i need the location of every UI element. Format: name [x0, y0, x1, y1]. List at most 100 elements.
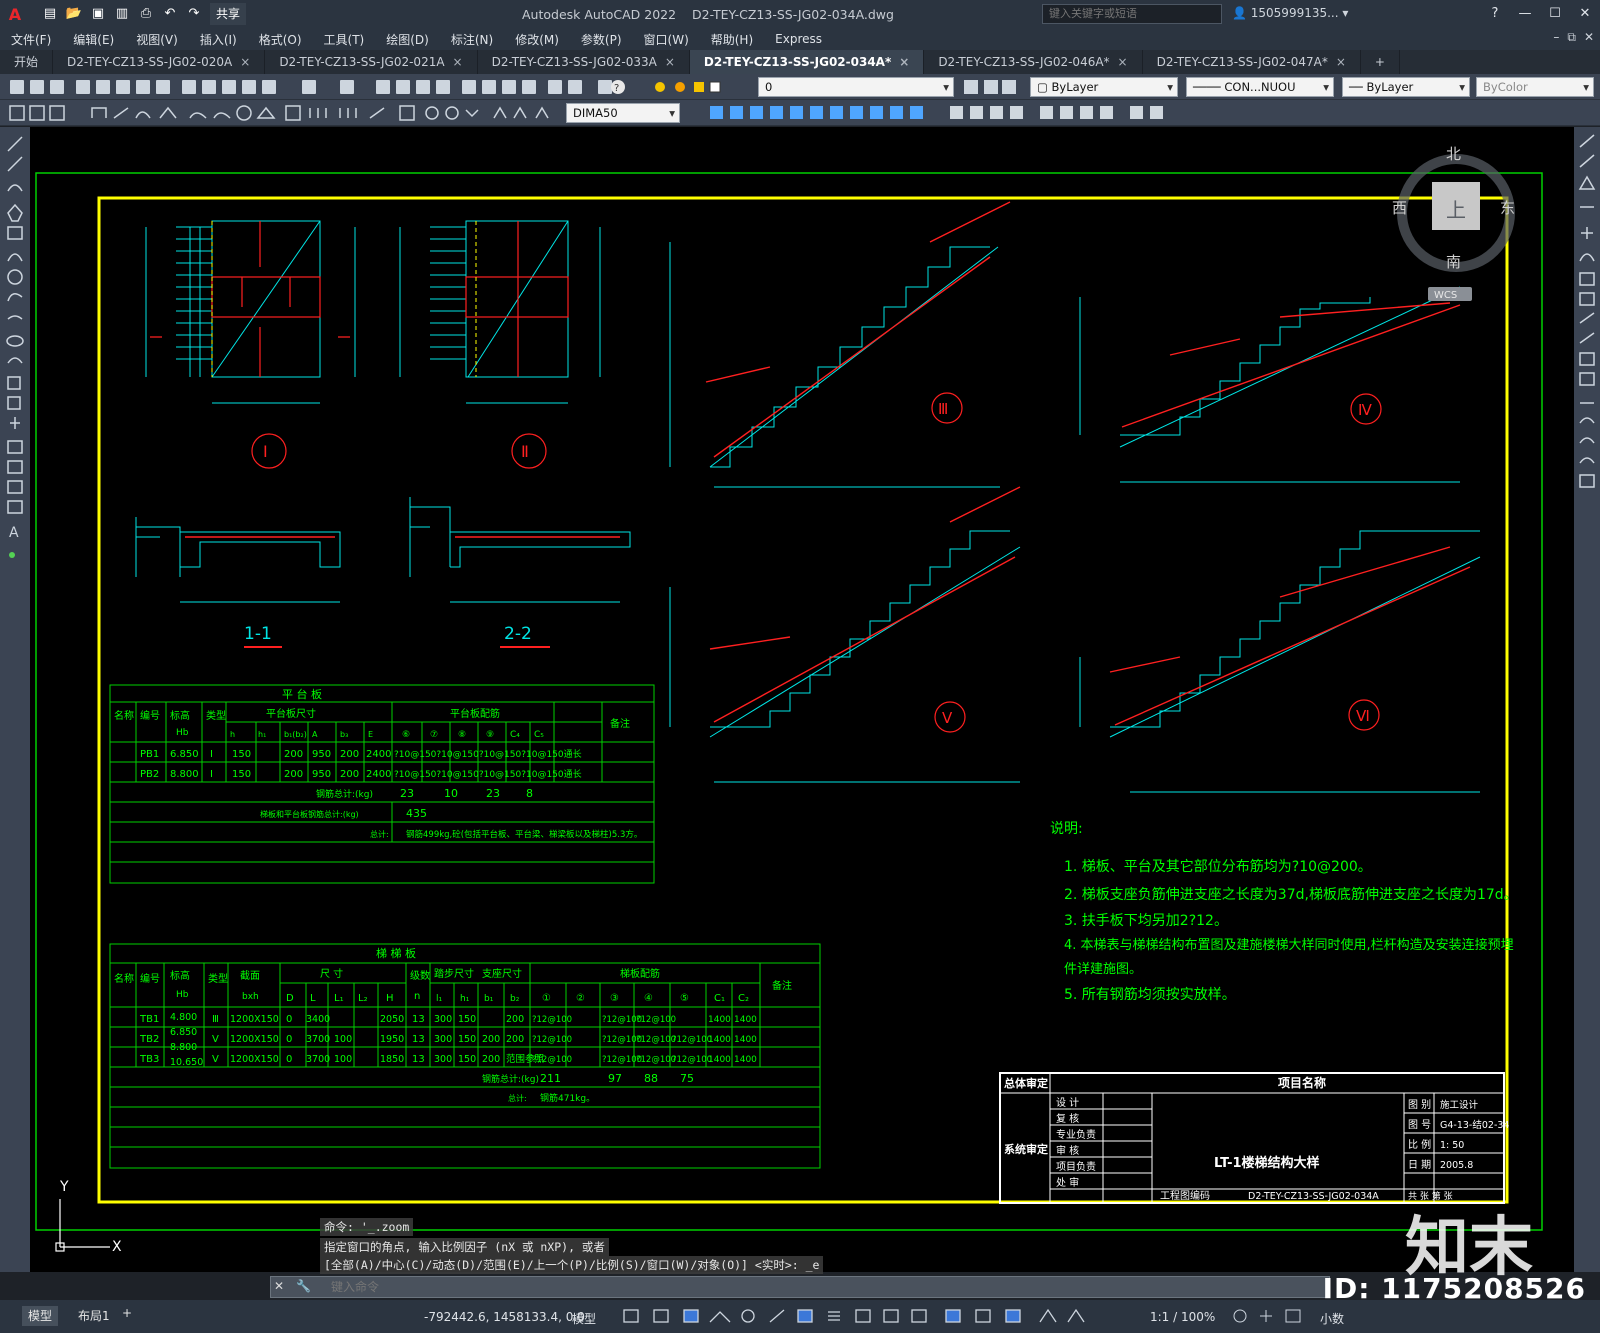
file-tab-2[interactable]: D2-TEY-CZ13-SS-JG02-021A ×: [265, 50, 478, 74]
new-icon[interactable]: ▤: [40, 4, 60, 24]
dimstyle-dropdown[interactable]: DIMA50 ▾: [566, 103, 680, 123]
close-tab-icon[interactable]: ×: [453, 55, 463, 69]
toolbar-icons[interactable]: ?: [0, 74, 640, 100]
close-tab-icon[interactable]: ×: [240, 55, 250, 69]
file-tab-3[interactable]: D2-TEY-CZ13-SS-JG02-033A ×: [478, 50, 690, 74]
close-tab-icon[interactable]: ×: [899, 55, 909, 69]
file-tab-label: D2-TEY-CZ13-SS-JG02-021A: [279, 55, 445, 69]
st-row-c1: 1400: [708, 1055, 731, 1065]
new-tab-button[interactable]: +: [1361, 50, 1400, 74]
close-button[interactable]: ✕: [1570, 0, 1600, 28]
pt-row-v4: 2400: [366, 749, 391, 760]
viewcube[interactable]: 上 北 南 西 东 WCS: [1392, 145, 1515, 301]
menu-item-9[interactable]: 参数(P): [570, 31, 633, 48]
status-tool-icons[interactable]: [620, 1304, 1180, 1330]
file-tab-4[interactable]: D2-TEY-CZ13-SS-JG02-034A* ×: [689, 50, 925, 74]
st-row-b1: 200: [482, 1054, 500, 1065]
share-button[interactable]: 共享: [210, 3, 247, 25]
file-tab-0[interactable]: 开始: [0, 50, 54, 74]
menu-item-7[interactable]: 标注(N): [440, 31, 504, 48]
close-icon[interactable]: ✕: [274, 1279, 284, 1293]
viewcube-wcs[interactable]: WCS: [1434, 290, 1457, 301]
file-tab-label: D2-TEY-CZ13-SS-JG02-047A*: [1156, 55, 1328, 69]
layer-state-icons[interactable]: [650, 74, 770, 100]
st-row-h: 1950: [380, 1034, 404, 1045]
st-rebarcol: C₂: [738, 993, 749, 1004]
draw-tool-icons[interactable]: A: [0, 127, 30, 567]
pt-dimcol: h₁: [258, 730, 266, 739]
menu-item-6[interactable]: 绘图(D): [375, 31, 440, 48]
user-account[interactable]: 👤 1505999135... ▾: [1232, 6, 1348, 20]
color-dropdown[interactable]: ▢ ByLayer ▾: [1030, 77, 1178, 97]
menu-item-1[interactable]: 编辑(E): [62, 31, 125, 48]
add-layout-icon[interactable]: +: [122, 1306, 132, 1320]
st-rebarcol: C₁: [714, 993, 725, 1004]
file-tab-1[interactable]: D2-TEY-CZ13-SS-JG02-020A ×: [53, 50, 266, 74]
save-icon[interactable]: ▣: [88, 4, 108, 24]
file-tab-6[interactable]: D2-TEY-CZ13-SS-JG02-047A* ×: [1143, 50, 1361, 74]
modify-side-icons[interactable]: [1574, 127, 1600, 507]
viewcube-south[interactable]: 南: [1446, 253, 1461, 271]
menu-item-8[interactable]: 修改(M): [504, 31, 570, 48]
st-stepcol: h₁: [460, 994, 470, 1004]
st-row-h: 2050: [380, 1014, 404, 1025]
dimension-toolbar: DIMA50 ▾: [0, 100, 1600, 126]
viewcube-east[interactable]: 东: [1500, 199, 1515, 217]
menu-item-5[interactable]: 工具(T): [313, 31, 376, 48]
lineweight-dropdown[interactable]: ── ByLayer ▾: [1342, 77, 1470, 97]
help-icon[interactable]: ?: [1480, 0, 1510, 28]
command-input[interactable]: [270, 1276, 1330, 1298]
doc-minimize-icon[interactable]: –: [1553, 30, 1559, 45]
close-tab-icon[interactable]: ×: [1336, 55, 1346, 69]
modify-tool-icons[interactable]: [700, 100, 1180, 126]
menu-item-4[interactable]: 格式(O): [248, 31, 313, 48]
open-icon[interactable]: 📂: [64, 4, 84, 24]
menu-item-0[interactable]: 文件(F): [0, 31, 62, 48]
doc-restore-icon[interactable]: ⧉: [1567, 30, 1576, 45]
search-input[interactable]: [1042, 4, 1222, 24]
wrench-icon[interactable]: 🔧: [296, 1279, 311, 1293]
publish-icon[interactable]: ⎙: [136, 4, 156, 24]
annotation-scale[interactable]: 1:1 / 100%: [1150, 1310, 1215, 1324]
file-tab-5[interactable]: D2-TEY-CZ13-SS-JG02-046A* ×: [924, 50, 1143, 74]
stair-section-III: [669, 242, 1000, 488]
st-h-bxh: bxh: [242, 992, 259, 1002]
menu-item-10[interactable]: 窗口(W): [633, 31, 700, 48]
st-row-n: 13: [412, 1014, 425, 1025]
plotstyle-dropdown[interactable]: ByColor ▾: [1476, 77, 1594, 97]
close-tab-icon[interactable]: ×: [665, 55, 675, 69]
section-label-IV: Ⅳ: [1358, 401, 1372, 419]
doc-close-icon[interactable]: ✕: [1584, 30, 1594, 45]
viewcube-west[interactable]: 西: [1392, 199, 1407, 217]
tab-model[interactable]: 模型: [22, 1306, 59, 1326]
menu-item-12[interactable]: Express: [764, 32, 833, 46]
pt-rebarcol: ⑧: [458, 730, 466, 740]
pt-row-v4: 2400: [366, 769, 391, 780]
viewcube-face[interactable]: 上: [1446, 198, 1466, 222]
section-2-2: [409, 497, 631, 603]
tab-layout1[interactable]: 布局1: [72, 1306, 116, 1326]
close-tab-icon[interactable]: ×: [1118, 55, 1128, 69]
menu-item-11[interactable]: 帮助(H): [700, 31, 764, 48]
model-space-toggle[interactable]: 模型: [572, 1310, 596, 1327]
drawing-canvas[interactable]: Ⅰ Ⅱ 1-1 2-2 Ⅲ Ⅳ Ⅴ Ⅵ 平 台 板 名称 编号 标高 Hb 类型…: [30, 127, 1574, 1272]
maximize-button[interactable]: ☐: [1540, 0, 1570, 28]
saveas-icon[interactable]: ▥: [112, 4, 132, 24]
menu-item-3[interactable]: 插入(I): [189, 31, 248, 48]
dimension-tool-icons[interactable]: [0, 100, 560, 126]
linetype-dropdown[interactable]: ──── CON...NUOU ▾: [1186, 77, 1334, 97]
redo-icon[interactable]: ↷: [184, 4, 204, 24]
undo-icon[interactable]: ↶: [160, 4, 180, 24]
app-logo-icon[interactable]: A: [0, 0, 30, 28]
layer-tools-icons[interactable]: [958, 74, 1018, 100]
units-display[interactable]: 小数: [1320, 1310, 1344, 1327]
viewcube-north[interactable]: 北: [1446, 145, 1461, 163]
minimize-button[interactable]: —: [1510, 0, 1540, 28]
note-3: 3. 扶手板下均另加2?12。: [1064, 913, 1228, 929]
file-tabs: 开始 D2-TEY-CZ13-SS-JG02-020A × D2-TEY-CZ13-S…: [0, 50, 1600, 74]
section-label-III: Ⅲ: [938, 400, 948, 418]
menu-item-2[interactable]: 视图(V): [125, 31, 189, 48]
section-label-II: Ⅱ: [521, 442, 529, 461]
st-h-sec: 截面: [240, 969, 260, 982]
layer-dropdown[interactable]: 0 ▾: [758, 77, 954, 97]
